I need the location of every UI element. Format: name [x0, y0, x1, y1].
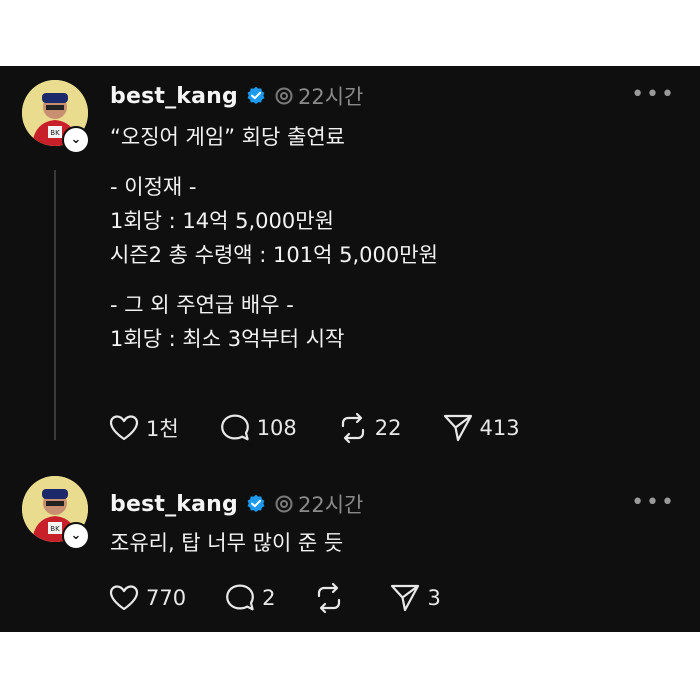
post-text: 조유리, 탑 너무 많이 준 듯: [110, 526, 670, 560]
like-button[interactable]: 770: [108, 582, 186, 614]
post-line: 1회당 : 최소 3억부터 시작: [110, 327, 345, 351]
follow-badge-icon[interactable]: ⌄: [62, 522, 90, 550]
repost-icon: [318, 582, 341, 614]
post-actions: 1천 108 22 413: [108, 412, 560, 444]
post-line: - 그 외 주연급 배우 -: [110, 293, 294, 317]
repost-count: 22: [374, 416, 402, 440]
thread-line: [54, 170, 56, 440]
share-button[interactable]: 3: [389, 582, 441, 614]
post-line: [110, 272, 670, 288]
threads-feed-panel: BK ⌄ best_kang 22시간 ••• “오징어 게임” 회당 출연료 -…: [0, 66, 700, 632]
post-line: - 이정재 -: [110, 175, 197, 199]
comment-count: 108: [256, 416, 297, 440]
repost-button[interactable]: 22: [337, 412, 402, 444]
like-count: 1천: [146, 417, 179, 441]
comment-icon: [226, 584, 254, 611]
repost-button[interactable]: [313, 582, 351, 614]
threads-icon: [275, 87, 293, 105]
post-line: 1회당 : 14억 5,000만원: [110, 209, 334, 233]
post[interactable]: BK ⌄ best_kang 22시간 ••• 조유리, 탑 너무 많이 준 듯…: [0, 476, 700, 632]
more-options-icon[interactable]: •••: [631, 492, 676, 514]
comment-button[interactable]: 108: [219, 412, 297, 444]
post-header: best_kang 22시간: [110, 82, 363, 110]
post-line: [110, 154, 670, 170]
post-header: best_kang 22시간: [110, 490, 363, 518]
svg-text:BK: BK: [50, 525, 60, 533]
username[interactable]: best_kang: [110, 492, 238, 517]
comment-count: 2: [262, 586, 276, 610]
timestamp: 22시간: [297, 493, 364, 517]
post-actions: 770 2 3: [108, 582, 479, 614]
share-count: 3: [427, 586, 441, 610]
heart-icon: [109, 585, 139, 611]
verified-badge-icon: [247, 86, 265, 104]
like-button[interactable]: 1천: [108, 412, 179, 444]
share-count: 413: [479, 416, 520, 440]
post-line: 조유리, 탑 너무 많이 준 듯: [110, 531, 344, 555]
heart-icon: [109, 415, 139, 441]
post-line: “오징어 게임” 회당 출연료: [110, 125, 345, 149]
post-line: 시즌2 총 수령액 : 101억 5,000만원: [110, 243, 438, 267]
repost-icon: [341, 412, 364, 444]
send-icon: [443, 414, 472, 442]
threads-icon: [275, 495, 293, 513]
comment-icon: [220, 414, 249, 441]
share-button[interactable]: 413: [442, 412, 520, 444]
post[interactable]: BK ⌄ best_kang 22시간 ••• “오징어 게임” 회당 출연료 -…: [0, 66, 700, 476]
verified-badge-icon: [247, 494, 265, 512]
timestamp: 22시간: [297, 85, 364, 109]
send-icon: [391, 584, 420, 612]
follow-badge-icon[interactable]: ⌄: [62, 126, 90, 154]
like-count: 770: [146, 586, 187, 610]
svg-text:BK: BK: [50, 129, 60, 137]
post-text: “오징어 게임” 회당 출연료 - 이정재 - 1회당 : 14억 5,000만원시…: [110, 120, 670, 356]
comment-button[interactable]: 2: [224, 582, 275, 614]
more-options-icon[interactable]: •••: [631, 84, 676, 106]
username[interactable]: best_kang: [110, 84, 238, 109]
